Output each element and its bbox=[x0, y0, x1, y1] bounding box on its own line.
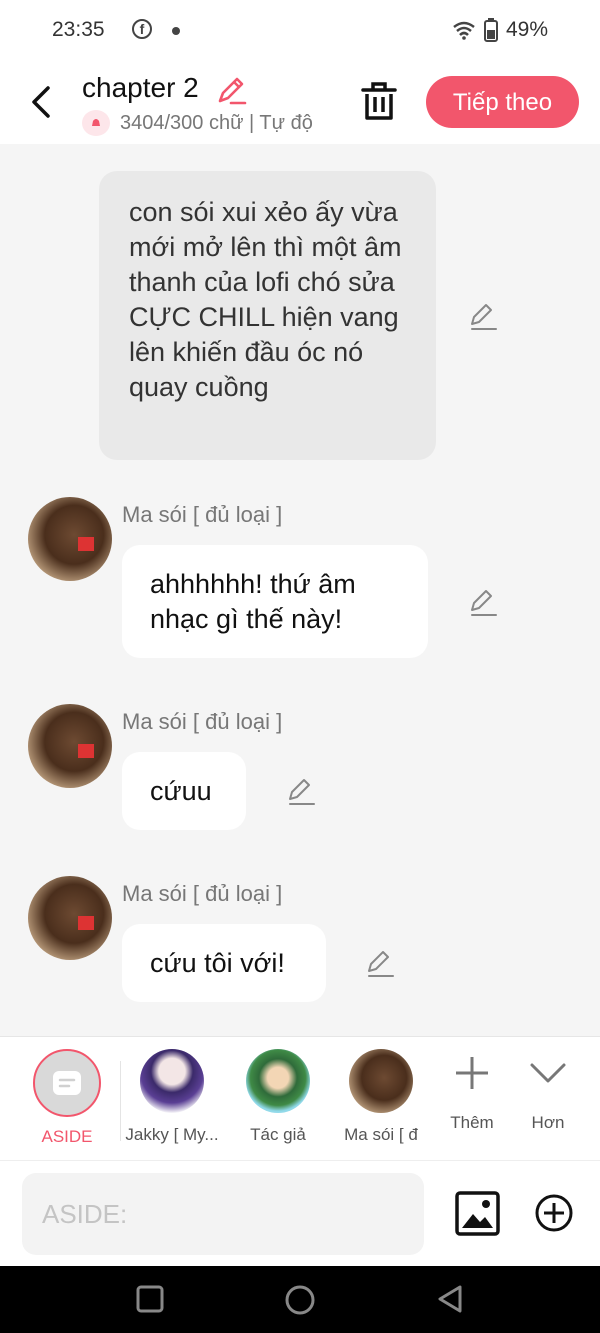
edit-pencil-icon[interactable] bbox=[468, 301, 498, 331]
character-label: Ma sói [ đ bbox=[344, 1125, 418, 1144]
system-navigation-bar bbox=[0, 1266, 600, 1333]
edit-pencil-icon[interactable] bbox=[468, 587, 498, 617]
edit-pencil-icon[interactable] bbox=[286, 776, 316, 806]
next-button[interactable]: Tiếp theo bbox=[426, 76, 579, 128]
title-edit-icon[interactable] bbox=[215, 74, 247, 106]
battery-icon bbox=[483, 18, 498, 42]
avatar-ma-soi[interactable] bbox=[28, 876, 112, 960]
status-bar: 23:35 f 49% bbox=[0, 0, 600, 62]
expand-characters-button[interactable]: Hơn bbox=[516, 1049, 580, 1133]
add-character-button[interactable]: Thêm bbox=[440, 1049, 504, 1133]
word-count-row: 3404/300 chữ | Tự độ bbox=[82, 110, 330, 136]
message-sender-name: Ma sói [ đủ loại ] bbox=[122, 881, 283, 906]
editor-header: chapter 2 3404/300 chữ | Tự độ Tiếp theo bbox=[0, 62, 600, 144]
character-label: Jakky [ My... bbox=[125, 1125, 219, 1144]
aside-icon bbox=[33, 1049, 101, 1117]
chat-area[interactable]: con sói xui xẻo ấy vừa mới mở lên thì mộ… bbox=[0, 144, 600, 1036]
character-selector: ASIDE Jakky [ My... Tác giả Ma sói [ đ T… bbox=[0, 1036, 600, 1161]
character-aside[interactable]: ASIDE bbox=[29, 1049, 105, 1147]
back-triangle-icon[interactable] bbox=[436, 1284, 464, 1314]
add-circle-icon[interactable] bbox=[534, 1193, 574, 1233]
plus-icon bbox=[456, 1057, 488, 1089]
ma-soi-avatar bbox=[349, 1049, 413, 1113]
status-time: 23:35 bbox=[52, 18, 105, 41]
recents-icon[interactable] bbox=[136, 1285, 164, 1313]
avatar-ma-soi[interactable] bbox=[28, 704, 112, 788]
message-input[interactable] bbox=[22, 1173, 424, 1255]
status-right: 49% bbox=[452, 18, 548, 42]
toolbar-divider bbox=[120, 1061, 121, 1141]
expand-label: Hơn bbox=[531, 1113, 565, 1132]
character-label: ASIDE bbox=[41, 1127, 93, 1146]
image-icon[interactable] bbox=[455, 1191, 500, 1236]
narration-bubble[interactable]: con sói xui xẻo ấy vừa mới mở lên thì mộ… bbox=[99, 171, 436, 460]
add-label: Thêm bbox=[450, 1113, 494, 1132]
back-arrow-icon[interactable] bbox=[28, 84, 56, 120]
wifi-icon bbox=[453, 21, 475, 40]
bell-badge-icon bbox=[82, 110, 110, 136]
character-jakky[interactable]: Jakky [ My... bbox=[124, 1049, 220, 1145]
jakky-avatar bbox=[140, 1049, 204, 1113]
message-bubble[interactable]: cứuu bbox=[122, 752, 246, 830]
chevron-down-icon bbox=[530, 1063, 566, 1083]
facebook-notification-icon: f bbox=[132, 19, 152, 39]
compose-bar bbox=[0, 1160, 600, 1267]
notification-dot-icon bbox=[172, 27, 180, 35]
message-sender-name: Ma sói [ đủ loại ] bbox=[122, 709, 283, 734]
trash-icon[interactable] bbox=[360, 80, 398, 122]
character-ma-soi[interactable]: Ma sói [ đ bbox=[336, 1049, 426, 1145]
chapter-title[interactable]: chapter 2 bbox=[82, 72, 199, 104]
battery-percent: 49% bbox=[505, 18, 548, 41]
word-count-text: 3404/300 chữ | Tự độ bbox=[120, 111, 313, 134]
message-bubble[interactable]: cứu tôi với! bbox=[122, 924, 326, 1002]
message-sender-name: Ma sói [ đủ loại ] bbox=[122, 502, 283, 527]
character-author[interactable]: Tác giả bbox=[236, 1049, 320, 1145]
message-bubble[interactable]: ahhhhhh! thứ âm nhạc gì thế này! bbox=[122, 545, 428, 658]
edit-pencil-icon[interactable] bbox=[365, 948, 395, 978]
author-avatar bbox=[246, 1049, 310, 1113]
home-icon[interactable] bbox=[284, 1284, 316, 1316]
avatar-ma-soi[interactable] bbox=[28, 497, 112, 581]
character-label: Tác giả bbox=[250, 1125, 306, 1144]
